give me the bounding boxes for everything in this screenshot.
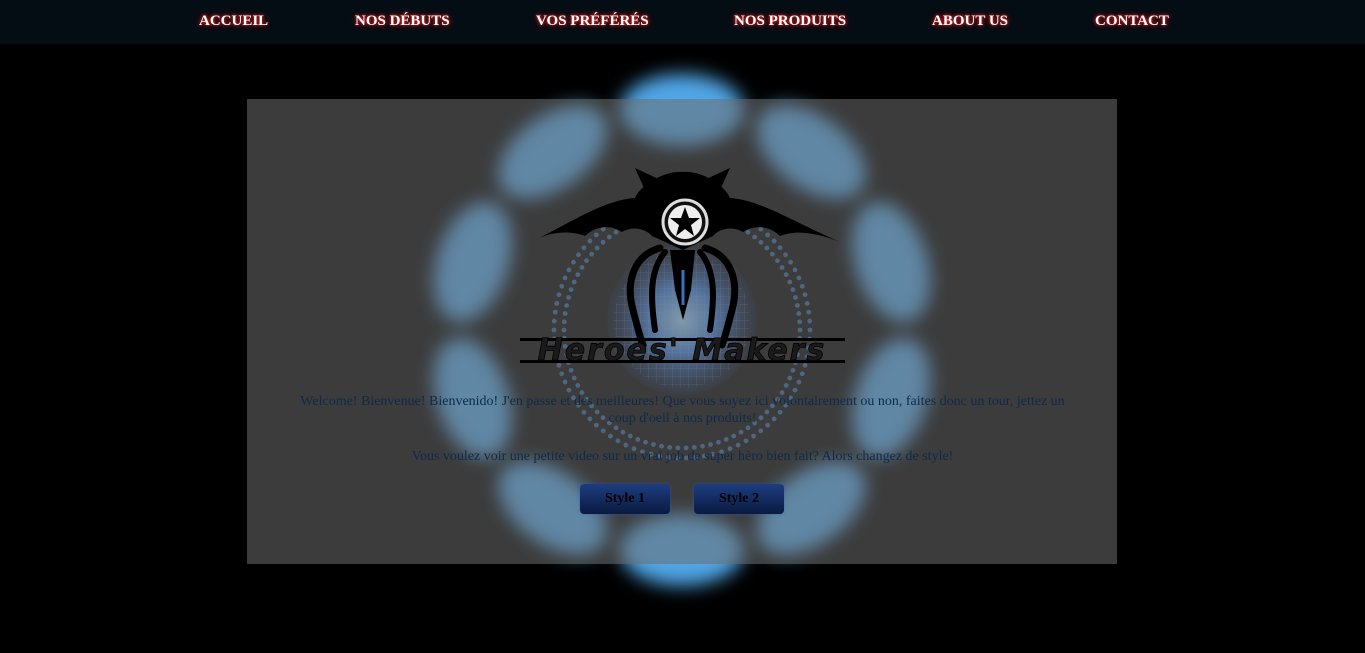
logo-text: Heroes' Makers <box>538 333 827 368</box>
style-1-button[interactable]: Style 1 <box>580 484 670 514</box>
welcome-text: Welcome! Bienvenue! Bienvenido! J'en pas… <box>300 394 1065 426</box>
style-2-button[interactable]: Style 2 <box>694 484 784 514</box>
bat-spider-logo: Heroes' Makers <box>520 168 845 368</box>
video-prompt-text: Vous voulez voir une petite video sur un… <box>411 449 954 464</box>
